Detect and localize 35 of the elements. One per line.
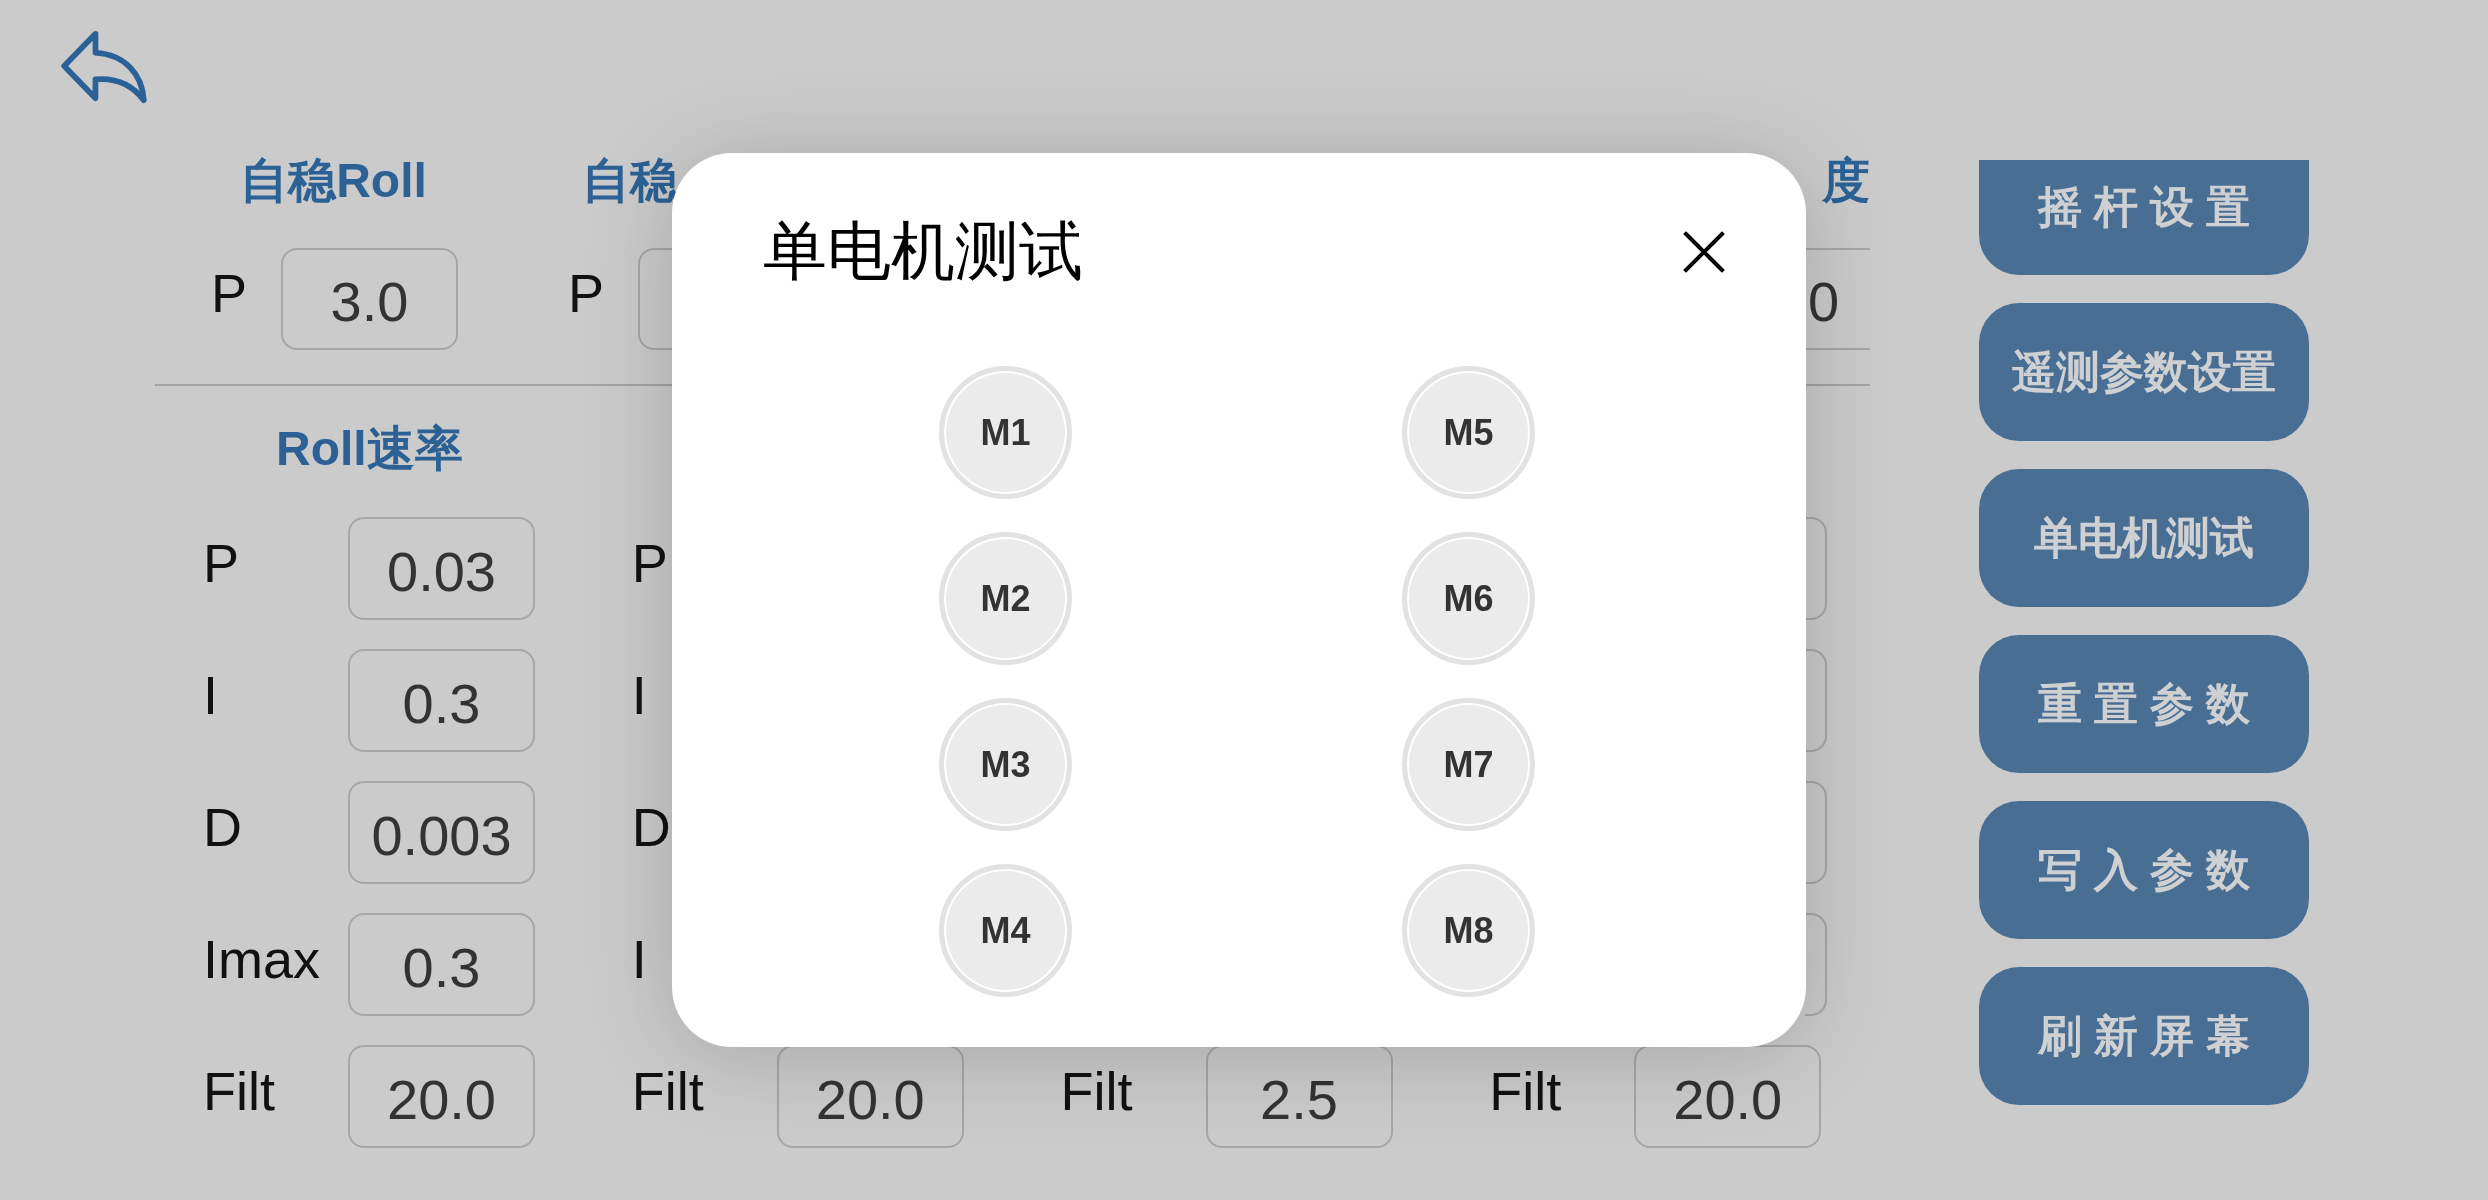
dialog-title: 单电机测试 (763, 214, 1083, 289)
section-header: 自稳Roll (240, 153, 427, 209)
field-label: Filt (1489, 1063, 1562, 1118)
back-arrow-icon[interactable] (60, 30, 148, 104)
section-header: 度 (1822, 153, 1870, 209)
input-field[interactable]: 0.3 (348, 913, 535, 1016)
close-icon[interactable] (1683, 230, 1725, 273)
field-label: I (203, 667, 218, 722)
input-field[interactable]: 0.3 (348, 649, 535, 752)
field-label: Filt (1060, 1063, 1133, 1118)
motor-button[interactable]: M1 (939, 366, 1072, 499)
motor-button[interactable]: M7 (1402, 698, 1535, 831)
section-header: 自稳 (582, 153, 678, 209)
input-field[interactable]: 0.03 (348, 517, 535, 620)
field-label: Imax (203, 931, 321, 986)
field-label: D (631, 799, 671, 854)
input-field[interactable]: 3.0 (281, 248, 458, 350)
motor-button[interactable]: M2 (939, 532, 1072, 665)
field-label: D (203, 799, 242, 854)
motor-button[interactable]: M6 (1402, 532, 1535, 665)
motor-button[interactable]: M8 (1402, 864, 1535, 997)
section-header: Roll速率 (276, 421, 463, 477)
input-field[interactable]: 0.003 (348, 781, 535, 884)
field-label: P (631, 535, 668, 590)
input-field[interactable]: 20.0 (348, 1045, 535, 1148)
field-label: I (631, 667, 647, 722)
field-label: Filt (203, 1063, 275, 1118)
field-label: P (203, 535, 240, 590)
field-label: Filt (631, 1063, 704, 1118)
motor-button[interactable]: M5 (1402, 366, 1535, 499)
motor-button[interactable]: M3 (939, 698, 1072, 831)
field-label: P (211, 266, 248, 320)
motor-button[interactable]: M4 (939, 864, 1072, 997)
field-label: I (631, 931, 647, 986)
field-label: P (568, 266, 605, 320)
